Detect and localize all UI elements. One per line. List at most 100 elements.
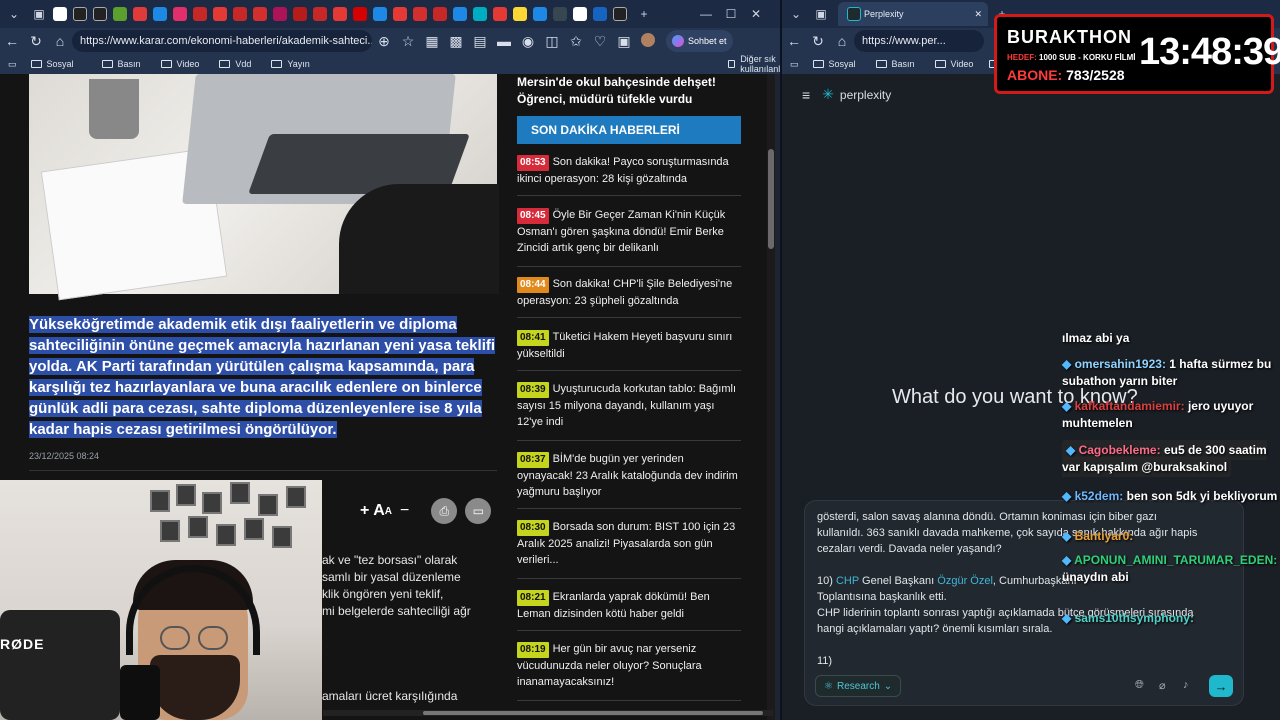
bookmark-basin[interactable]: Basın: [875, 59, 915, 69]
attach-icon[interactable]: ⌀: [1159, 679, 1166, 692]
news-item[interactable]: 08:41 Tüketici Hakem Heyeti başvuru sınır…: [517, 329, 741, 371]
bookmark-basin[interactable]: Basın: [101, 59, 141, 69]
vertical-scrollbar[interactable]: [767, 74, 775, 720]
new-tab-icon[interactable]: +: [633, 3, 655, 25]
extension-4-icon[interactable]: ▬: [492, 33, 516, 49]
font-increase-button[interactable]: + A: [360, 502, 385, 520]
tab-16[interactable]: [353, 7, 367, 21]
tab-3[interactable]: [93, 7, 107, 21]
back-icon[interactable]: ←: [0, 33, 24, 49]
maximize-icon[interactable]: ☐: [720, 3, 742, 25]
side-top-headline[interactable]: Mersin'de okul bahçesinde dehşet! Öğrenc…: [517, 74, 742, 108]
tab-20[interactable]: [433, 7, 447, 21]
favorite-star-icon[interactable]: ☆: [396, 33, 420, 50]
bookmark-sosyal[interactable]: Sosyal: [30, 59, 74, 69]
news-item[interactable]: 08:53 Son dakika! Payco soruşturmasında i…: [517, 154, 741, 196]
refresh-icon[interactable]: ↻: [806, 33, 830, 50]
tab-18[interactable]: [393, 7, 407, 21]
url-field[interactable]: https://www.per...: [854, 30, 984, 52]
bookmark-list-icon[interactable]: ▭: [8, 59, 17, 70]
other-bookmarks[interactable]: Diğer sık kullanılanlar: [727, 54, 780, 74]
perplexity-logo-text[interactable]: perplexity: [840, 88, 891, 102]
tab-menu-icon[interactable]: ⌄: [785, 3, 807, 25]
split-screen-icon[interactable]: ◫: [540, 33, 564, 50]
bookmark-video[interactable]: Video: [934, 59, 973, 69]
tab-29[interactable]: [613, 7, 627, 21]
tab-1[interactable]: [53, 7, 67, 21]
news-item[interactable]: 08:45 Öyle Bir Geçer Zaman Ki'nin Küçük O…: [517, 207, 741, 267]
copilot-chat-button[interactable]: Sohbet et: [666, 30, 733, 52]
tab-23[interactable]: [493, 7, 507, 21]
chat-username: omersahin1923:: [1074, 357, 1166, 371]
send-button[interactable]: →: [1209, 675, 1233, 697]
tab-4[interactable]: [113, 7, 127, 21]
article-lead[interactable]: Yükseköğretimde akademik etik dışı faali…: [29, 314, 499, 440]
workspaces-icon[interactable]: ▣: [28, 3, 50, 25]
mic-icon[interactable]: ♪: [1183, 679, 1189, 691]
workspaces-icon[interactable]: ▣: [810, 3, 832, 25]
close-tab-icon[interactable]: ✕: [974, 9, 982, 20]
tab-8[interactable]: [193, 7, 207, 21]
tab-7[interactable]: [173, 7, 187, 21]
comment-icon[interactable]: ▭: [465, 498, 492, 524]
tab-perplexity[interactable]: Perplexity ✕: [838, 2, 988, 26]
read-icon[interactable]: ⊕: [372, 33, 396, 50]
hscroll-thumb[interactable]: [423, 711, 763, 715]
print-icon[interactable]: ⎙: [431, 498, 458, 524]
extension-3-icon[interactable]: ▤: [468, 33, 492, 50]
news-item[interactable]: 08:19 Her gün bir avuç nar yerseniz vücud…: [517, 641, 741, 701]
tab-15[interactable]: [333, 7, 347, 21]
heart-icon[interactable]: ♡: [588, 33, 612, 50]
research-mode-button[interactable]: ⚛ Research ⌄: [815, 675, 902, 697]
tab-13[interactable]: [293, 7, 307, 21]
avatar[interactable]: [636, 32, 660, 50]
horizontal-scrollbar[interactable]: [323, 710, 773, 716]
tab-6[interactable]: [153, 7, 167, 21]
tab-27[interactable]: [573, 7, 587, 21]
home-icon[interactable]: ⌂: [830, 33, 854, 49]
tab-12[interactable]: [273, 7, 287, 21]
body-line: mi belgelerde sahteciliği ağr: [322, 604, 471, 618]
tab-9[interactable]: [213, 7, 227, 21]
font-decrease-button[interactable]: −: [400, 502, 409, 520]
tab-25[interactable]: [533, 7, 547, 21]
refresh-icon[interactable]: ↻: [24, 33, 48, 50]
url-field[interactable]: https://www.karar.com/ekonomi-haberleri/…: [72, 30, 372, 52]
news-item[interactable]: 08:39 Uyuşturucuda korkutan tablo: Bağıml…: [517, 381, 741, 441]
tab-26[interactable]: [553, 7, 567, 21]
hamburger-menu-icon[interactable]: ≡: [802, 87, 810, 103]
bookmark-vdd[interactable]: Vdd: [219, 59, 251, 69]
tab-10[interactable]: [233, 7, 247, 21]
subs-label: ABONE:: [1007, 67, 1063, 83]
news-item[interactable]: 08:44 Son dakika! CHP'li Şile Belediyesi'…: [517, 276, 741, 318]
minimize-icon[interactable]: —: [695, 3, 717, 25]
tab-14[interactable]: [313, 7, 327, 21]
tab-17[interactable]: [373, 7, 387, 21]
scroll-thumb[interactable]: [768, 149, 774, 249]
home-icon[interactable]: ⌂: [48, 33, 72, 49]
tab-5[interactable]: [133, 7, 147, 21]
collections-icon[interactable]: ▣: [612, 33, 636, 50]
tab-28[interactable]: [593, 7, 607, 21]
tab-11[interactable]: [253, 7, 267, 21]
back-icon[interactable]: ←: [782, 33, 806, 49]
bookmark-sosyal[interactable]: Sosyal: [812, 59, 856, 69]
tab-19[interactable]: [413, 7, 427, 21]
bookmark-yayin[interactable]: Yayın: [271, 59, 310, 69]
news-item[interactable]: 08:37 BİM'de bugün yer yerinden oynayacak…: [517, 451, 741, 509]
extension-icon[interactable]: ▦: [420, 33, 444, 50]
news-item[interactable]: 08:30 Borsada son durum: BIST 100 için 23…: [517, 519, 741, 579]
tab-menu-icon[interactable]: ⌄: [3, 3, 25, 25]
bookmark-list-icon[interactable]: ▭: [790, 59, 799, 70]
extension-2-icon[interactable]: ▩: [444, 33, 468, 50]
tab-24[interactable]: [513, 7, 527, 21]
tab-2[interactable]: [73, 7, 87, 21]
bookmark-video[interactable]: Video: [160, 59, 199, 69]
favorites-icon[interactable]: ✩: [564, 33, 588, 50]
close-icon[interactable]: ✕: [745, 3, 767, 25]
globe-icon[interactable]: 🌐︎: [1135, 679, 1144, 692]
tab-22[interactable]: [473, 7, 487, 21]
extension-5-icon[interactable]: ◉: [516, 33, 540, 50]
tab-21[interactable]: [453, 7, 467, 21]
news-item[interactable]: 08:21 Ekranlarda yaprak dökümü! Ben Leman…: [517, 589, 741, 631]
